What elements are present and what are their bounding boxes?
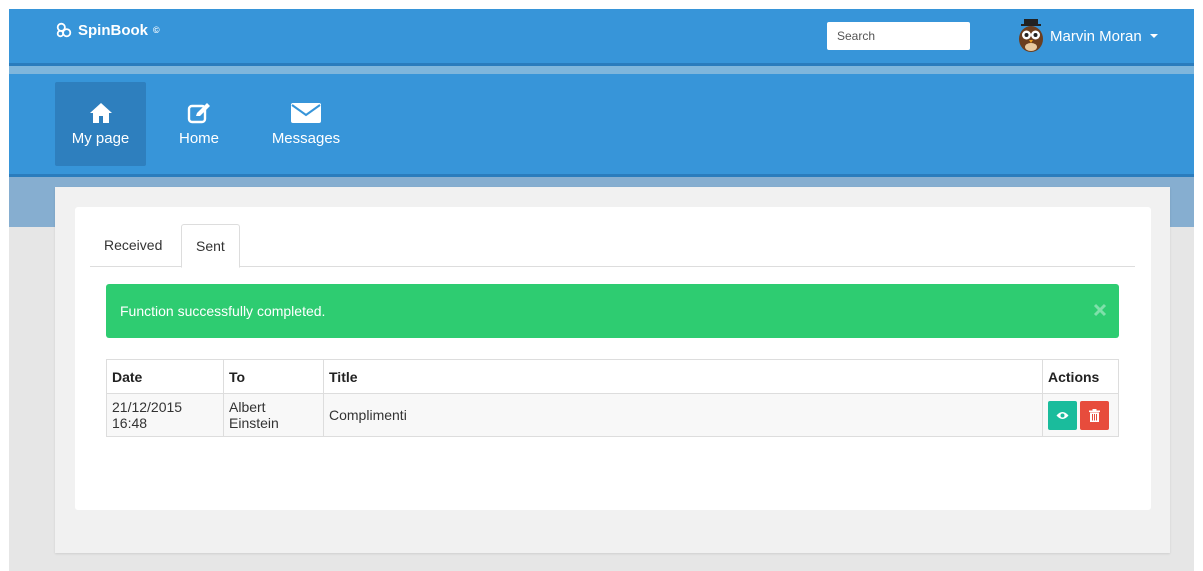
close-icon[interactable]	[1093, 303, 1107, 317]
column-header-date: Date	[106, 359, 224, 394]
app-frame: SpinBook © Marvin Moran	[9, 9, 1194, 571]
brand-logo[interactable]: SpinBook ©	[55, 21, 160, 39]
chain-link-icon	[56, 22, 72, 38]
user-name: Marvin Moran	[1050, 27, 1142, 45]
main-nav: My page Home Messages	[9, 74, 1194, 174]
nav-label-my-page: My page	[71, 129, 130, 147]
content-panel: Received Sent Function successfully comp…	[55, 187, 1170, 553]
nav-item-home[interactable]: Home	[174, 82, 224, 166]
eye-icon	[1056, 411, 1069, 419]
nav-label-messages: Messages	[271, 129, 341, 147]
edit-icon	[187, 102, 210, 123]
nav-label-home: Home	[178, 129, 219, 147]
cell-to: Albert Einstein	[223, 393, 324, 437]
trash-icon	[1089, 408, 1100, 422]
cell-date: 21/12/2015 16:48	[106, 393, 224, 437]
alert-message: Function successfully completed.	[120, 303, 326, 319]
owl-avatar-icon	[1019, 19, 1043, 52]
success-alert: Function successfully completed.	[106, 284, 1119, 338]
table-header-row: Date To Title Actions	[106, 359, 1119, 394]
column-header-to: To	[223, 359, 324, 394]
messages-table: Date To Title Actions 21/12/2015 16:48 A…	[106, 359, 1119, 437]
message-tabs: Received Sent	[90, 224, 1135, 268]
tab-received[interactable]: Received	[90, 224, 176, 267]
tab-sent[interactable]: Sent	[181, 224, 240, 268]
nav-item-messages[interactable]: Messages	[266, 82, 346, 166]
nav-item-my-page[interactable]: My page	[55, 82, 146, 166]
messages-card: Received Sent Function successfully comp…	[75, 207, 1151, 510]
home-icon	[89, 102, 112, 123]
user-menu[interactable]: Marvin Moran	[1017, 19, 1158, 53]
chevron-down-icon	[1149, 34, 1158, 38]
cell-title: Complimenti	[323, 393, 1043, 437]
view-button[interactable]	[1048, 400, 1077, 430]
search-input[interactable]	[827, 22, 970, 50]
column-header-title: Title	[323, 359, 1043, 394]
column-header-actions: Actions	[1042, 359, 1119, 394]
brand-mark: ©	[153, 25, 160, 35]
brand-name: SpinBook	[78, 21, 148, 39]
table-row: 21/12/2015 16:48 Albert Einstein Complim…	[106, 393, 1119, 437]
divider-band	[9, 66, 1194, 74]
delete-button[interactable]	[1080, 400, 1109, 430]
top-bar: SpinBook © Marvin Moran	[9, 9, 1194, 63]
cell-actions	[1042, 393, 1119, 437]
envelope-icon	[291, 102, 321, 123]
